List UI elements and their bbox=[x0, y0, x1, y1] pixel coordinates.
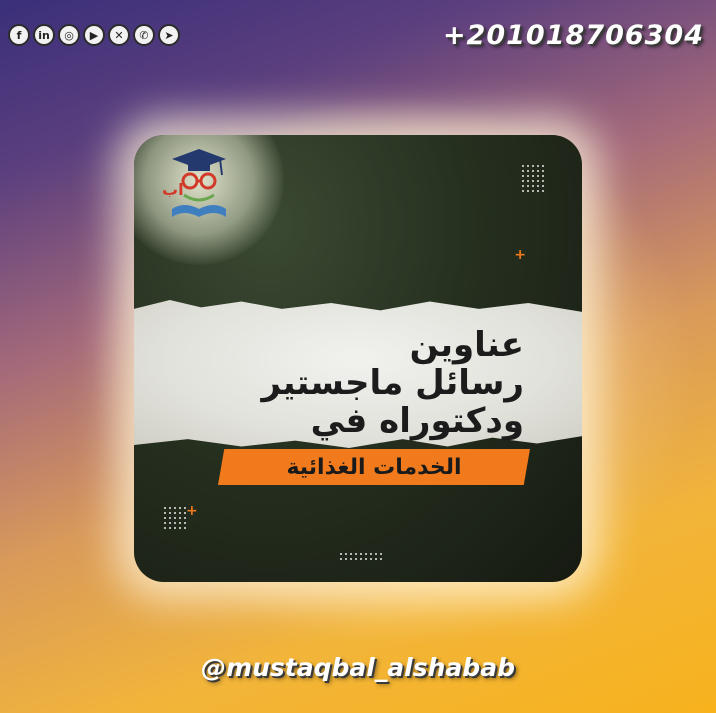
telegram-icon[interactable]: ➤ bbox=[158, 24, 180, 46]
social-icons-bar: f in ◎ ▶ ✕ ✆ ➤ bbox=[8, 24, 180, 46]
plus-decor-icon: + bbox=[514, 247, 526, 263]
whatsapp-icon[interactable]: ✆ bbox=[133, 24, 155, 46]
logo-icon: اب bbox=[162, 149, 226, 217]
svg-text:اب: اب bbox=[162, 180, 184, 199]
title-line-2: رسائل ماجستير bbox=[261, 363, 524, 403]
dots-bottom-left bbox=[164, 507, 186, 529]
topic-banner-text: الخدمات الغذائية bbox=[286, 454, 462, 480]
topic-banner: الخدمات الغذائية bbox=[218, 449, 530, 485]
instagram-icon[interactable]: ◎ bbox=[58, 24, 80, 46]
dots-bottom-center bbox=[340, 553, 382, 560]
linkedin-icon[interactable]: in bbox=[33, 24, 55, 46]
plus-decor-icon: + bbox=[186, 503, 198, 519]
account-handle[interactable]: @mustaqbal_alshabab bbox=[0, 653, 716, 682]
title-line-1: عناوين bbox=[409, 325, 524, 365]
facebook-icon[interactable]: f bbox=[8, 24, 30, 46]
x-icon[interactable]: ✕ bbox=[108, 24, 130, 46]
dots-top-right bbox=[522, 165, 544, 192]
youtube-icon[interactable]: ▶ bbox=[83, 24, 105, 46]
title-line-3: ودكتوراه في bbox=[310, 401, 524, 441]
post-card: اب + عناوين رسائل ماجستير ودكتوراه في ال… bbox=[134, 135, 582, 582]
phone-number: +201018706304 bbox=[442, 20, 704, 51]
